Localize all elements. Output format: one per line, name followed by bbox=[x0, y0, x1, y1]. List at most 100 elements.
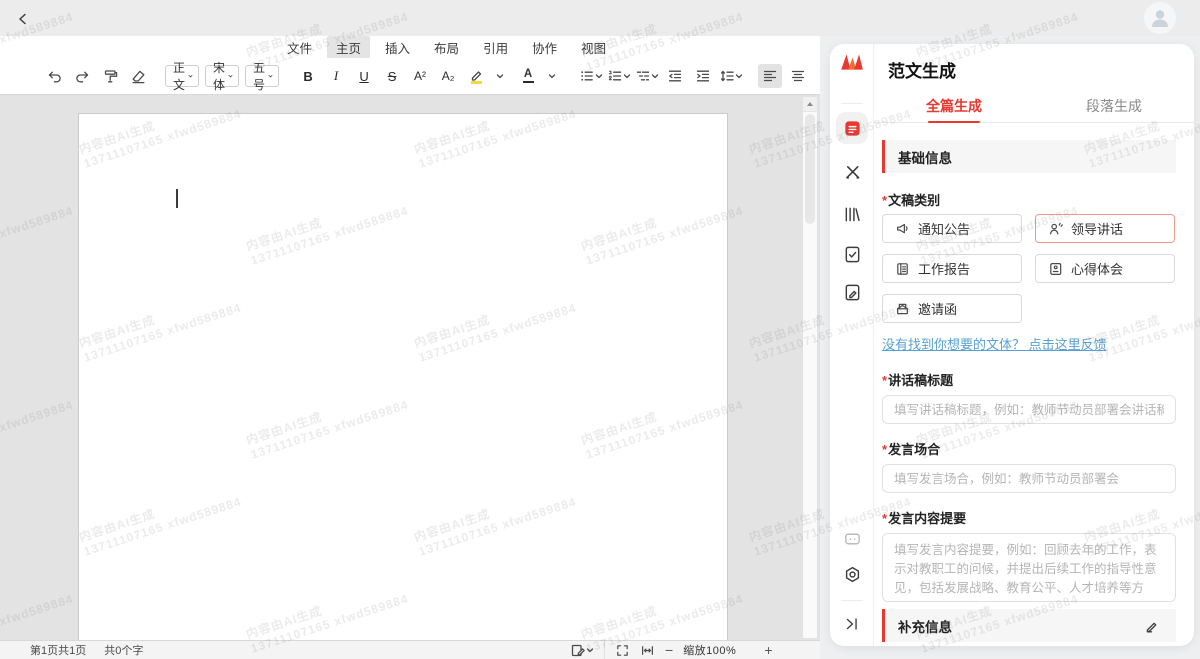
align-center-icon bbox=[790, 68, 806, 84]
caret-down-icon bbox=[496, 72, 504, 80]
undo-icon bbox=[46, 68, 63, 84]
scrollbar-thumb[interactable] bbox=[805, 114, 815, 224]
zoom-out-button[interactable]: − bbox=[665, 642, 673, 658]
edit-mode-button[interactable] bbox=[570, 642, 594, 658]
text-cursor bbox=[176, 189, 178, 208]
font-size-select[interactable]: 五号 bbox=[245, 65, 279, 87]
rail-item-polish[interactable] bbox=[842, 282, 862, 302]
chevron-left-icon bbox=[15, 11, 31, 27]
app-window: 文件 主页 插入 布局 引用 协作 视图 正文 宋体 五号 bbox=[0, 0, 1200, 659]
speech-title-label: *讲话稿标题 bbox=[882, 374, 1176, 388]
bold-button[interactable]: B bbox=[296, 64, 320, 88]
bullet-list-button[interactable] bbox=[579, 64, 603, 88]
doc-type-reflections[interactable]: 心得体会 bbox=[1035, 254, 1175, 283]
redo-button[interactable] bbox=[70, 64, 94, 88]
vertical-scrollbar[interactable] bbox=[802, 96, 818, 639]
doc-type-work-report[interactable]: 工作报告 bbox=[882, 254, 1022, 283]
panel-icon-rail bbox=[830, 44, 874, 646]
underline-button[interactable]: U bbox=[352, 64, 376, 88]
user-avatar[interactable] bbox=[1144, 2, 1176, 34]
line-spacing-button[interactable] bbox=[719, 64, 743, 88]
font-color-button[interactable]: A bbox=[516, 64, 540, 88]
books-icon bbox=[843, 205, 862, 224]
gear-icon bbox=[843, 565, 862, 584]
rail-item-assistant[interactable] bbox=[842, 528, 862, 548]
menu-tab-insert[interactable]: 插入 bbox=[376, 36, 419, 59]
clear-format-button[interactable] bbox=[126, 64, 150, 88]
menu-tab-file[interactable]: 文件 bbox=[278, 36, 321, 59]
zoom-in-button[interactable]: + bbox=[764, 642, 772, 658]
font-select[interactable]: 宋体 bbox=[205, 65, 239, 87]
red-document-icon bbox=[843, 119, 862, 138]
rail-item-document-generation[interactable] bbox=[836, 112, 868, 144]
font-size-value: 五号 bbox=[253, 59, 268, 93]
subscript-button[interactable]: A₂ bbox=[436, 64, 460, 88]
divider bbox=[604, 641, 605, 659]
highlight-pen-icon bbox=[469, 69, 484, 81]
formatting-toolbar: 正文 宋体 五号 B I U S A² A₂ A bbox=[0, 58, 820, 95]
speech-title-input[interactable] bbox=[882, 395, 1176, 424]
document-page[interactable] bbox=[78, 113, 728, 640]
highlight-dropdown[interactable] bbox=[488, 64, 512, 88]
speech-occasion-input[interactable] bbox=[882, 464, 1176, 493]
strikethrough-button[interactable]: S bbox=[380, 64, 404, 88]
megaphone-icon bbox=[895, 221, 910, 236]
style-select[interactable]: 正文 bbox=[165, 65, 199, 87]
rail-item-proofread[interactable] bbox=[842, 244, 862, 264]
rail-item-library[interactable] bbox=[842, 204, 862, 224]
caret-down-icon bbox=[268, 72, 273, 80]
menu-tab-collaborate[interactable]: 协作 bbox=[523, 36, 566, 59]
superscript-button[interactable]: A² bbox=[408, 64, 432, 88]
tab-paragraph-generation[interactable]: 段落生成 bbox=[1034, 90, 1194, 122]
divider bbox=[841, 103, 863, 104]
caret-down-icon bbox=[623, 72, 631, 80]
scroll-up-button[interactable] bbox=[803, 97, 817, 112]
triangle-up-icon bbox=[806, 101, 814, 107]
highlight-button[interactable] bbox=[464, 64, 488, 88]
supplement-section-header: 补充信息 bbox=[882, 609, 1176, 642]
bullet-list-icon bbox=[579, 68, 595, 84]
decrease-indent-button[interactable] bbox=[663, 64, 687, 88]
speech-occasion-label: *发言场合 bbox=[882, 443, 1176, 457]
align-center-button[interactable] bbox=[786, 64, 810, 88]
align-left-icon bbox=[762, 68, 778, 84]
font-color-dropdown[interactable] bbox=[540, 64, 564, 88]
menu-tab-home[interactable]: 主页 bbox=[327, 36, 370, 59]
pencil-icon bbox=[1143, 618, 1159, 634]
panel-content: 基础信息 *文稿类别 通知公告 领导讲话 工作报告 bbox=[874, 123, 1194, 646]
supplement-edit-button[interactable] bbox=[1142, 617, 1160, 635]
feedback-link[interactable]: 没有找到你想要的文体？ 点击这里反馈 bbox=[882, 337, 1176, 352]
increase-indent-button[interactable] bbox=[691, 64, 715, 88]
rail-item-settings[interactable] bbox=[842, 564, 862, 584]
menu-tab-references[interactable]: 引用 bbox=[474, 36, 517, 59]
fit-width-button[interactable] bbox=[640, 643, 655, 658]
collapse-panel-button[interactable] bbox=[842, 614, 862, 634]
document-check-icon bbox=[843, 245, 862, 264]
speech-person-icon bbox=[1048, 221, 1063, 236]
undo-button[interactable] bbox=[42, 64, 66, 88]
notes-icon bbox=[1048, 261, 1063, 276]
caret-down-icon bbox=[651, 72, 659, 80]
menu-tab-layout[interactable]: 布局 bbox=[425, 36, 468, 59]
numbered-list-button[interactable] bbox=[607, 64, 631, 88]
align-left-button[interactable] bbox=[758, 64, 782, 88]
top-bar bbox=[0, 0, 1200, 36]
edit-mode-icon bbox=[570, 642, 586, 658]
doc-type-notice[interactable]: 通知公告 bbox=[882, 214, 1022, 243]
caret-down-icon bbox=[595, 72, 603, 80]
menu-tab-view[interactable]: 视图 bbox=[572, 36, 615, 59]
format-painter-button[interactable] bbox=[98, 64, 122, 88]
italic-button[interactable]: I bbox=[324, 64, 348, 88]
doc-type-invitation[interactable]: 邀请函 bbox=[882, 294, 1022, 323]
speech-summary-textarea[interactable] bbox=[882, 533, 1176, 602]
fit-page-button[interactable] bbox=[615, 643, 630, 658]
multilevel-list-button[interactable] bbox=[635, 64, 659, 88]
back-button[interactable] bbox=[12, 8, 34, 30]
speech-summary-label: *发言内容提要 bbox=[882, 512, 1176, 526]
format-painter-icon bbox=[102, 68, 119, 85]
collapse-right-icon bbox=[843, 615, 861, 633]
rail-item-ai-tools[interactable] bbox=[842, 162, 862, 182]
doc-type-leader-speech[interactable]: 领导讲话 bbox=[1035, 214, 1175, 243]
tab-full-generation[interactable]: 全篇生成 bbox=[874, 90, 1034, 122]
zoom-level[interactable]: 缩放100% bbox=[683, 642, 736, 658]
